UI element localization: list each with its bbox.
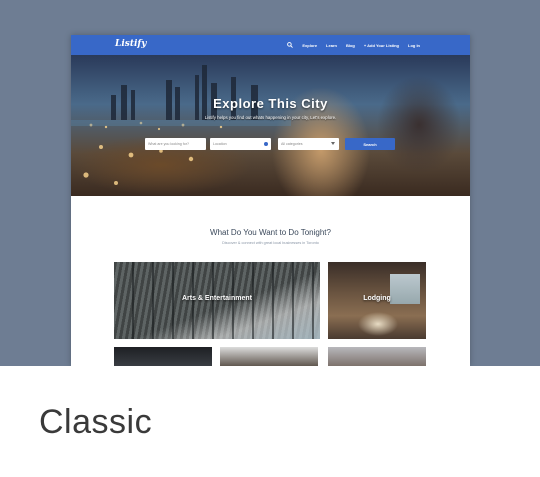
hero-banner: Explore This City Listify helps you find…: [71, 55, 470, 196]
category-tile-arts-entertainment[interactable]: Arts & Entertainment: [114, 262, 320, 339]
section-title: What Do You Want to Do Tonight?: [210, 228, 331, 237]
preview-backdrop: Listify Explore Learn Blog + Add Your Li…: [0, 0, 540, 366]
nav-add-listing[interactable]: + Add Your Listing: [364, 43, 399, 48]
site-nav: Explore Learn Blog + Add Your Listing Lo…: [287, 35, 420, 55]
locate-me-icon[interactable]: [264, 142, 268, 146]
nav-login[interactable]: Log In: [408, 43, 420, 48]
tile-label: Lodging: [363, 295, 391, 302]
search-button[interactable]: Search: [345, 138, 395, 150]
theme-name-caption: Classic: [39, 403, 153, 441]
category-tile[interactable]: [114, 347, 212, 366]
theme-preview-frame[interactable]: Listify Explore Learn Blog + Add Your Li…: [71, 35, 470, 366]
category-tile[interactable]: [328, 347, 426, 366]
hero-title: Explore This City: [213, 96, 328, 111]
site-logo[interactable]: Listify: [115, 39, 147, 49]
nav-explore[interactable]: Explore: [302, 43, 317, 48]
keyword-search-input[interactable]: What are you looking for?: [145, 138, 206, 150]
site-header: Listify Explore Learn Blog + Add Your Li…: [71, 35, 470, 55]
category-placeholder: All categories: [281, 142, 303, 146]
hero-subtitle: Listify helps you find out whats happeni…: [204, 115, 337, 120]
tile-label: Arts & Entertainment: [181, 295, 252, 302]
category-select[interactable]: All categories: [278, 138, 339, 150]
nav-blog[interactable]: Blog: [346, 43, 355, 48]
section-subtitle: Discover & connect with great local busi…: [222, 241, 319, 245]
location-input[interactable]: Location: [210, 138, 271, 150]
nav-learn[interactable]: Learn: [326, 43, 337, 48]
category-tile-lodging[interactable]: Lodging: [328, 262, 426, 339]
category-tile[interactable]: [220, 347, 318, 366]
city-skyline-image: [71, 65, 291, 185]
chevron-down-icon: [331, 142, 335, 145]
keyword-placeholder: What are you looking for?: [148, 142, 189, 146]
search-icon[interactable]: [287, 42, 294, 48]
location-placeholder: Location: [213, 142, 227, 146]
